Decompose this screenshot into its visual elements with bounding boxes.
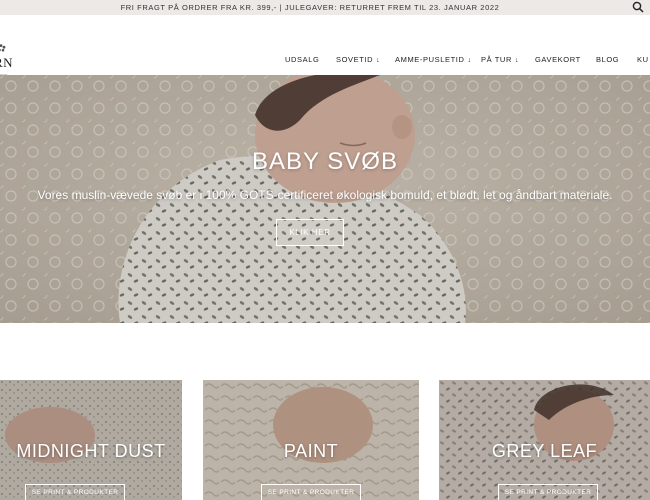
collection-image — [203, 380, 419, 500]
collection-card-grey-leaf[interactable]: GREY LEAF SE PRINT & PRODUKTER — [439, 380, 650, 500]
collection-image — [439, 380, 650, 500]
chevron-down-icon: ↓ — [514, 57, 520, 64]
collection-title: PAINT — [283, 441, 339, 461]
collection-card-midnight-dust[interactable]: MIDNIGHT DUST SE PRINT & PRODUKTER — [0, 380, 182, 500]
collection-title: MIDNIGHT DUST — [16, 441, 166, 461]
collection-title: GREY LEAF — [491, 441, 598, 461]
nav-item-gavekort[interactable]: GAVEKORT — [535, 55, 581, 64]
collection-cta-button[interactable]: SE PRINT & PRODUKTER — [498, 484, 598, 500]
hero-title: BABY SVØB — [252, 148, 398, 175]
collection-image — [0, 380, 182, 500]
search-icon[interactable] — [632, 1, 644, 13]
collection-cta-button[interactable]: SE PRINT & PRODUKTER — [25, 484, 125, 500]
nav-item-sovetid[interactable]: SOVETID ↓ — [336, 55, 380, 64]
hero-banner: BABY SVØB Vores muslin-vævede svøb er i … — [0, 75, 650, 323]
nav-item-udsalg[interactable]: UDSALG — [285, 55, 319, 64]
nav-item-kunde[interactable]: KU — [637, 55, 649, 64]
collection-card-paint[interactable]: PAINT SE PRINT & PRODUKTER — [203, 380, 419, 500]
logo-mark-icon — [0, 44, 6, 52]
logo-text: RN — [0, 55, 14, 70]
hero-cta-button[interactable]: KLIK HER — [276, 219, 344, 246]
chevron-down-icon: ↓ — [467, 57, 472, 64]
collection-cta-button[interactable]: SE PRINT & PRODUKTER — [261, 484, 361, 500]
announcement-bar: FRI FRAGT PÅ ORDRER FRA KR. 399,- | JULE… — [0, 0, 650, 15]
nav-item-blog[interactable]: BLOG — [596, 55, 619, 64]
nav-item-amme-pusletid[interactable]: AMME-PUSLETID ↓ — [395, 55, 472, 64]
announcement-text: FRI FRAGT PÅ ORDRER FRA KR. 399,- | JULE… — [120, 3, 500, 12]
hero-subtitle: Vores muslin-vævede svøb er i 100% GOTS-… — [37, 188, 613, 202]
site-header: RN hagen UDSALG SOVETID↓ AMME-PUSLETID↓ … — [0, 15, 650, 79]
nav-item-paa-tur[interactable]: PÅ TUR ↓ — [481, 55, 519, 64]
chevron-down-icon: ↓ — [376, 57, 381, 64]
